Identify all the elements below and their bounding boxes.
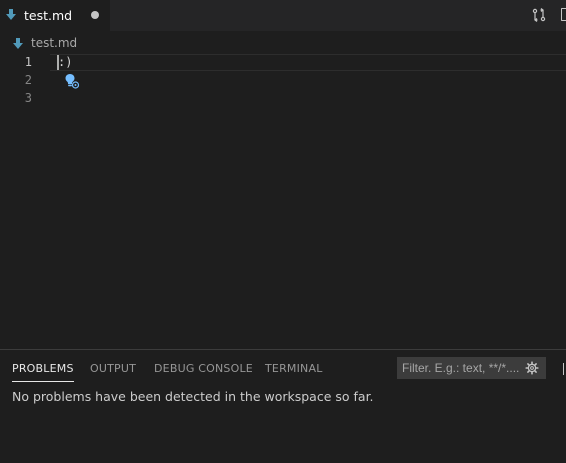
breadcrumb-file[interactable]: test.md xyxy=(31,36,77,50)
tab-problems[interactable]: PROBLEMS xyxy=(12,362,74,382)
bottom-panel: PROBLEMS OUTPUT DEBUG CONSOLE TERMINAL F… xyxy=(0,349,566,463)
text-cursor xyxy=(57,55,59,70)
problems-empty-message: No problems have been detected in the wo… xyxy=(12,389,374,404)
line-number: 2 xyxy=(24,73,32,87)
unsaved-dot-icon[interactable] xyxy=(91,11,99,19)
filter-input[interactable] xyxy=(397,357,521,379)
line-number: 3 xyxy=(24,91,32,105)
vscode-window: test.md test.md 1 :) 2 3 PROBLEMS OUTPUT… xyxy=(0,0,566,463)
tab-output[interactable]: OUTPUT xyxy=(90,362,136,375)
tab-label: test.md xyxy=(24,8,73,23)
editor-tab-test-md[interactable]: test.md xyxy=(0,0,110,31)
editor-tab-bar: test.md xyxy=(0,0,566,31)
current-line-highlight xyxy=(50,54,566,71)
markdown-arrow-icon xyxy=(6,9,16,20)
lightbulb-icon[interactable] xyxy=(64,73,80,89)
tab-debug-console[interactable]: DEBUG CONSOLE xyxy=(154,362,253,375)
markdown-arrow-icon xyxy=(13,38,23,49)
breadcrumb: test.md xyxy=(0,33,566,53)
line-number: 1 xyxy=(24,55,32,69)
tab-terminal[interactable]: TERMINAL xyxy=(265,362,323,375)
split-editor-icon[interactable] xyxy=(561,8,566,21)
problems-filter xyxy=(397,357,546,379)
open-changes-icon[interactable] xyxy=(532,8,546,22)
text-editor[interactable]: 1 :) 2 3 xyxy=(0,53,566,349)
gear-icon[interactable] xyxy=(525,361,539,375)
code-line[interactable]: :) xyxy=(58,53,72,71)
